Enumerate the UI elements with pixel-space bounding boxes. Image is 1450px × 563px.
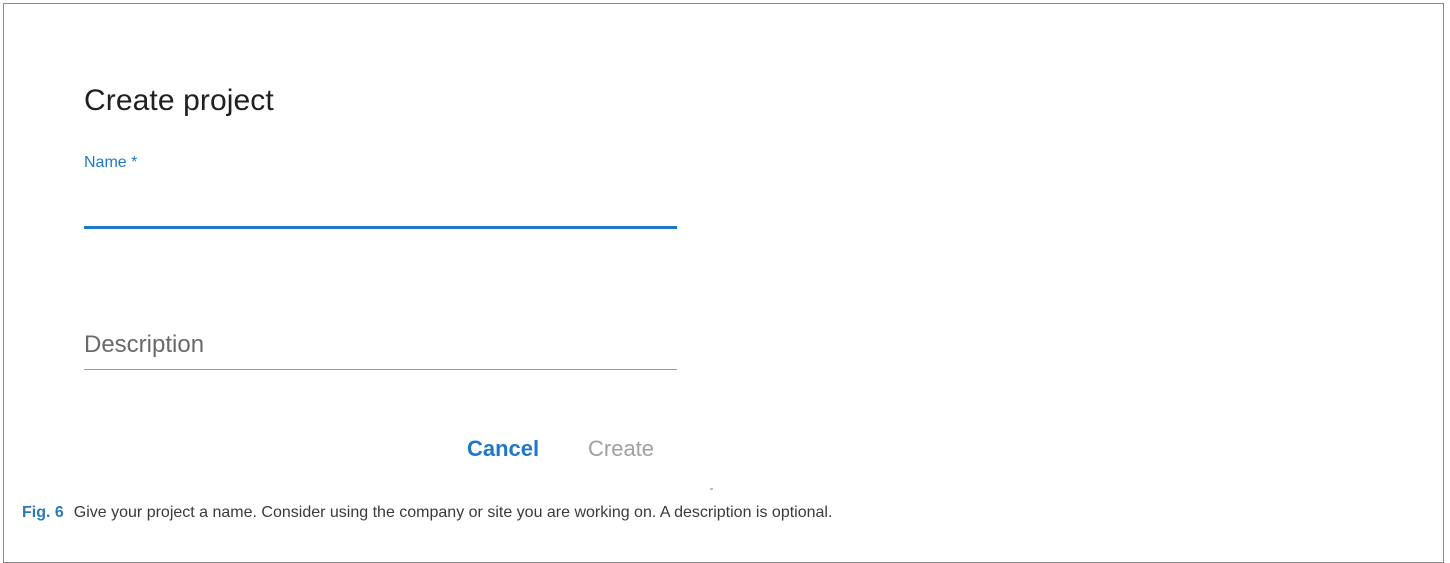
dialog-actions: Cancel Create	[454, 432, 684, 468]
create-button[interactable]: Create	[578, 432, 664, 466]
figure-caption-label: Fig. 6	[22, 504, 64, 521]
name-field-label: Name *	[84, 154, 138, 171]
create-project-dialog: Create project Name * Cancel Create	[4, 4, 713, 490]
cancel-button[interactable]: Cancel	[457, 432, 549, 466]
figure-caption-text: Give your project a name. Consider using…	[73, 504, 833, 521]
name-input[interactable]	[84, 190, 677, 224]
description-field	[84, 324, 677, 374]
name-field: Name *	[84, 154, 677, 234]
name-field-underline	[84, 226, 677, 229]
image-speck	[710, 488, 713, 490]
figure-frame: Create project Name * Cancel Create Fig.…	[3, 3, 1444, 563]
description-input[interactable]	[84, 324, 677, 366]
description-field-underline	[84, 369, 677, 370]
dialog-title: Create project	[84, 84, 274, 117]
figure-caption: Fig. 6 Give your project a name. Consider…	[22, 504, 832, 522]
